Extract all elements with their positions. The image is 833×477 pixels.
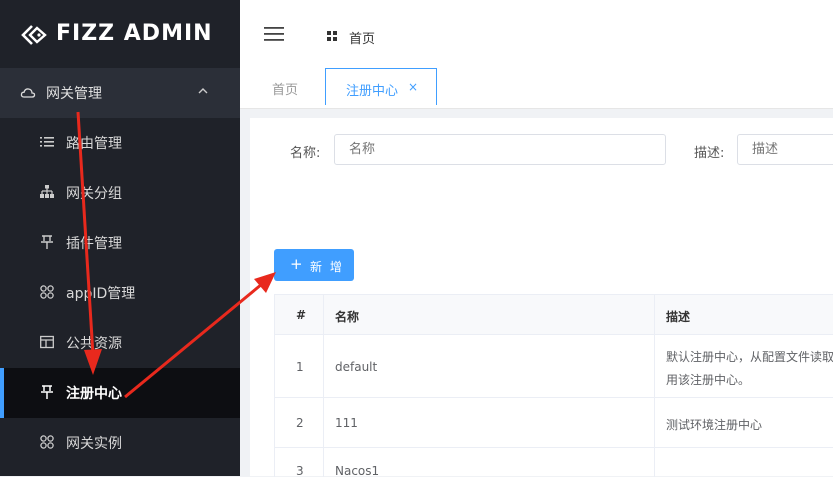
breadcrumb[interactable]: 首页 bbox=[349, 28, 375, 47]
logo-text: FIZZ ADMIN bbox=[56, 21, 213, 46]
row-index: 2 bbox=[296, 416, 304, 430]
row-desc-line2: 用该注册中心。 bbox=[666, 373, 751, 387]
sidebar-item-plugins[interactable]: 插件管理 bbox=[0, 218, 240, 268]
plus-icon: + bbox=[290, 255, 303, 273]
header-index: # bbox=[296, 308, 307, 322]
sidebar-item-label: 路由管理 bbox=[66, 136, 122, 152]
chevron-up-icon[interactable] bbox=[197, 85, 209, 97]
sidebar-item-label: 插件管理 bbox=[66, 236, 122, 252]
row-name-cell: Nacos1 bbox=[324, 448, 655, 477]
row-desc-cell bbox=[655, 448, 833, 477]
desc-label: 描述: bbox=[694, 146, 725, 161]
sidebar-item-label: 网关分组 bbox=[66, 186, 122, 202]
row-index-cell: 1 bbox=[275, 335, 324, 397]
row-desc: 测试环境注册中心 bbox=[666, 418, 763, 432]
add-button[interactable]: + 新 增 bbox=[274, 249, 354, 281]
header-cell: # bbox=[275, 295, 324, 334]
list-icon bbox=[40, 137, 54, 147]
desc-input[interactable] bbox=[737, 134, 833, 165]
tabs-bar: 首页 注册中心 × bbox=[240, 68, 833, 109]
sidebar-item-label: 注册中心 bbox=[66, 386, 122, 402]
cloud-icon bbox=[20, 88, 36, 98]
header-desc: 描述 bbox=[666, 310, 691, 324]
sidebar-group-gateway[interactable]: 网关管理 bbox=[0, 68, 240, 118]
menu-toggle-icon[interactable] bbox=[264, 26, 284, 42]
row-name-cell: default bbox=[324, 335, 655, 397]
table-header-row: # 名称 描述 bbox=[275, 295, 833, 335]
logo-icon bbox=[21, 25, 47, 45]
hierarchy-icon bbox=[40, 185, 54, 198]
row-name: Nacos1 bbox=[335, 464, 380, 477]
row-index: 1 bbox=[296, 360, 304, 374]
top-header: 首页 bbox=[240, 0, 833, 69]
name-label: 名称: bbox=[290, 146, 321, 161]
sidebar-item-label: 网关实例 bbox=[66, 436, 122, 452]
sidebar-item-label: appID管理 bbox=[66, 286, 136, 302]
panel-icon bbox=[40, 335, 54, 349]
sidebar-item-public-resources[interactable]: 公共资源 bbox=[0, 318, 240, 368]
registry-table: # 名称 描述 1 default 默认注册中心，从配置文件读取 用该注册中心。… bbox=[274, 294, 833, 477]
table-row[interactable]: 2 111 测试环境注册中心 bbox=[275, 398, 833, 448]
sidebar-item-gateway-groups[interactable]: 网关分组 bbox=[0, 168, 240, 218]
row-desc-cell: 测试环境注册中心 bbox=[655, 398, 833, 447]
row-index-cell: 2 bbox=[275, 398, 324, 447]
name-input[interactable] bbox=[334, 134, 666, 165]
sidebar-group-label: 网关管理 bbox=[46, 86, 102, 102]
apps-icon bbox=[327, 31, 337, 41]
header-cell: 描述 bbox=[655, 295, 833, 334]
tab-registry[interactable]: 注册中心 × bbox=[325, 68, 437, 105]
row-desc-line1: 默认注册中心，从配置文件读取 bbox=[666, 350, 833, 364]
row-name: 111 bbox=[335, 416, 358, 430]
row-name: default bbox=[335, 360, 378, 374]
pin-icon bbox=[41, 385, 53, 399]
sidebar-item-label: 公共资源 bbox=[66, 336, 122, 352]
add-button-label: 新 增 bbox=[310, 260, 344, 274]
sidebar-item-appid[interactable]: appID管理 bbox=[0, 268, 240, 318]
tab-label: 注册中心 bbox=[346, 84, 399, 99]
close-icon[interactable]: × bbox=[408, 80, 418, 94]
table-row[interactable]: 3 Nacos1 bbox=[275, 448, 833, 477]
header-cell: 名称 bbox=[324, 295, 655, 334]
sidebar-item-gateway-instances[interactable]: 网关实例 bbox=[0, 418, 240, 468]
row-index: 3 bbox=[296, 464, 304, 477]
row-desc-cell: 默认注册中心，从配置文件读取 用该注册中心。 bbox=[655, 335, 833, 397]
grid-icon bbox=[40, 435, 54, 449]
sidebar-item-routes[interactable]: 路由管理 bbox=[0, 118, 240, 168]
sidebar: FIZZ ADMIN 网关管理 路由管理 网关分组 插件管理 appID管理 公… bbox=[0, 0, 240, 476]
grid-icon bbox=[40, 285, 54, 299]
header-name: 名称 bbox=[335, 310, 360, 324]
row-index-cell: 3 bbox=[275, 448, 324, 477]
table-row[interactable]: 1 default 默认注册中心，从配置文件读取 用该注册中心。 bbox=[275, 335, 833, 398]
main-content: 名称: 描述: + 新 增 # 名称 描述 1 default 默认注册中心，从… bbox=[250, 118, 833, 477]
sidebar-item-registry[interactable]: 注册中心 bbox=[0, 368, 240, 418]
row-name-cell: 111 bbox=[324, 398, 655, 447]
tab-home[interactable]: 首页 bbox=[272, 79, 298, 98]
logo[interactable]: FIZZ ADMIN bbox=[0, 0, 240, 68]
pin-icon bbox=[41, 235, 53, 249]
